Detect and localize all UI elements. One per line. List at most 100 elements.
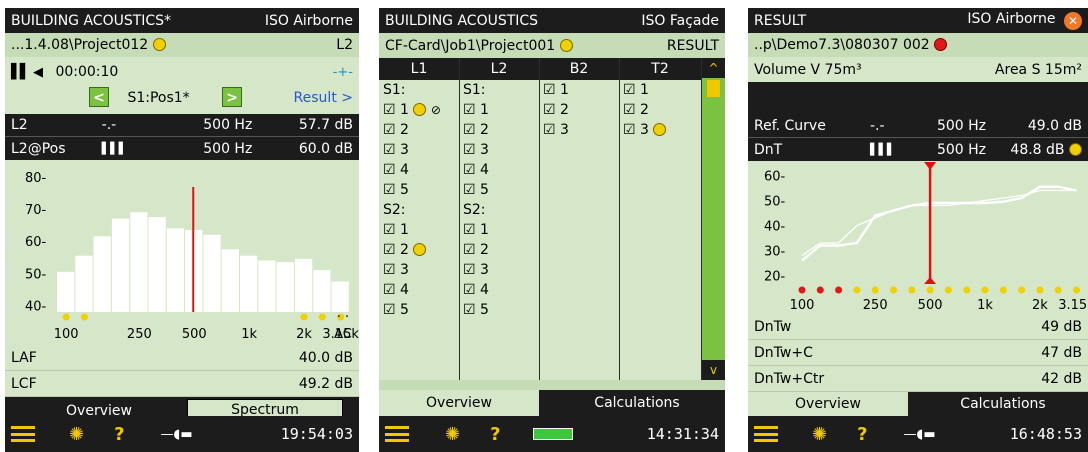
column-l1[interactable]: L1	[379, 58, 459, 80]
param-name: LAF	[11, 349, 37, 366]
column-t2-list[interactable]: ☑ 1 ☑ 2 ☑ 3	[619, 80, 701, 356]
measurement-row-l2pos[interactable]: L2@Pos ▌▌▌ 500 Hz 60.0 dB	[5, 137, 359, 160]
status-dot	[999, 286, 1007, 294]
column-t2[interactable]: T2	[619, 58, 701, 80]
param-row-lcf[interactable]: LCF 49.2 dB	[5, 371, 359, 397]
list-item[interactable]: ☑ 3	[619, 120, 701, 140]
list-item[interactable]: ☑ 4	[379, 160, 459, 180]
list-item[interactable]: ☑ 5	[459, 180, 539, 200]
bars-icon: ▌▌▌	[870, 143, 896, 156]
title: BUILDING ACOUSTICS*	[11, 12, 172, 29]
x-tick-label: 2k	[296, 327, 312, 342]
list-item[interactable]: ☑ 1 ⊘	[379, 100, 459, 120]
bottom-bar: ✺ ? —◖▬ 19:54:03	[5, 416, 359, 452]
tab-calculations[interactable]: Calculations	[918, 392, 1088, 416]
list-item[interactable]: ☑ 4	[379, 280, 459, 300]
result-chart[interactable]: 60- 50- 40- 30- 20- 100 250 500 1k 2k 3.15k	[748, 161, 1088, 316]
backlight-icon[interactable]: ✺	[445, 424, 460, 445]
list-item[interactable]: ☑ 5	[379, 300, 459, 320]
help-icon[interactable]: ?	[114, 424, 124, 445]
column-b2[interactable]: B2	[539, 58, 619, 80]
template-name[interactable]: ISO Façade	[641, 13, 719, 29]
spectrum-bar	[111, 218, 130, 312]
scroll-up-button[interactable]: ^	[702, 58, 725, 78]
template-name[interactable]: ISO Airborne	[265, 13, 353, 29]
scroll-thumb[interactable]	[707, 80, 720, 97]
column-l1-list[interactable]: S1: ☑ 1 ⊘ ☑ 2 ☑ 3 ☑ 4 ☑ 5 S2: ☑ 1 ☑ 2 ☑ …	[379, 80, 459, 356]
path-bar[interactable]: ..p\Demo7.3\080307 002	[748, 33, 1088, 57]
list-item[interactable]: ☑ 2	[539, 100, 619, 120]
result-link[interactable]: Result >	[294, 90, 353, 106]
list-item[interactable]: ☑ 1	[379, 220, 459, 240]
spectrum-bar	[276, 262, 294, 312]
help-icon[interactable]: ?	[490, 424, 500, 445]
backlight-icon[interactable]: ✺	[69, 424, 84, 445]
status-dot	[944, 286, 952, 294]
ref-curve-row[interactable]: Ref. Curve -.- 500 Hz 49.0 dB	[748, 115, 1088, 138]
status-dot	[890, 286, 897, 294]
param-row-dntw[interactable]: DnTw 49 dB	[748, 314, 1088, 340]
menu-icon[interactable]	[385, 426, 409, 442]
list-item[interactable]: ☑ 2	[379, 240, 459, 260]
param-value: 49 dB	[1041, 318, 1082, 335]
list-item[interactable]: ☑ 1	[619, 80, 701, 100]
param-row-laf[interactable]: LAF 40.0 dB	[5, 345, 359, 371]
smiley-icon	[413, 243, 427, 256]
list-item[interactable]: ☑ 1	[459, 100, 539, 120]
prev-position-button[interactable]: <	[89, 87, 109, 107]
list-item[interactable]: ☑ 3	[379, 260, 459, 280]
param-name: DnTw+Ctr	[754, 370, 825, 387]
speaker-icon: ◀	[33, 65, 43, 80]
spectrum-chart[interactable]: 80-70-60-50-40-100 250 500 1k 2k 3.15kAC. .	[5, 160, 359, 344]
list-item[interactable]: ☑ 5	[459, 300, 539, 320]
row-name: DnT	[754, 141, 783, 158]
list-item[interactable]: ☑ 3	[459, 260, 539, 280]
next-position-button[interactable]: >	[222, 87, 243, 107]
column-l2-list[interactable]: S1: ☑ 1 ☑ 2 ☑ 3 ☑ 4 ☑ 5 S2: ☑ 1 ☑ 2 ☑ 3 …	[459, 80, 539, 356]
scrollbar[interactable]: ^ v	[702, 58, 725, 380]
column-b2-list[interactable]: ☑ 1 ☑ 2 ☑ 3	[539, 80, 619, 356]
status-dot	[1018, 286, 1026, 294]
param-value: 40.0 dB	[298, 349, 353, 366]
list-item[interactable]: ☑ 5	[379, 180, 459, 200]
list-item[interactable]: ☑ 2	[619, 100, 701, 120]
scroll-down-button[interactable]: v	[702, 360, 725, 380]
tab-overview[interactable]: Overview	[748, 392, 908, 416]
spectrum-bar	[240, 255, 258, 312]
row-value: 48.8 dB	[1010, 141, 1065, 158]
menu-icon[interactable]	[754, 426, 778, 442]
template-name[interactable]: ISO Airborne	[967, 11, 1055, 27]
clock: 14:31:34	[646, 425, 719, 443]
param-row-dntw-ctr[interactable]: DnTw+Ctr 42 dB	[748, 366, 1088, 392]
spectrum-screen: BUILDING ACOUSTICS* ISO Airborne ...1.4.…	[5, 8, 359, 452]
list-item[interactable]: ☑ 4	[459, 160, 539, 180]
list-item[interactable]: ☑ 3	[459, 140, 539, 160]
param-value: 47 dB	[1041, 344, 1082, 361]
paperclip-icon: ⊘	[430, 103, 441, 117]
path-bar[interactable]: CF-Card\Job1\Project001 RESULT	[379, 33, 725, 58]
pause-icon[interactable]: ▌▌	[11, 64, 30, 80]
list-item[interactable]: ☑ 2	[459, 240, 539, 260]
backlight-icon[interactable]: ✺	[812, 424, 827, 445]
list-item[interactable]: ☑ 1	[539, 80, 619, 100]
list-item[interactable]: ☑ 1	[459, 220, 539, 240]
measurement-row-l2[interactable]: L2 -.- 500 Hz 57.7 dB	[5, 114, 359, 137]
column-l2[interactable]: L2	[459, 58, 539, 80]
param-row-dntw-c[interactable]: DnTw+C 47 dB	[748, 340, 1088, 366]
list-item[interactable]: ☑ 4	[459, 280, 539, 300]
row-mode: -.-	[870, 118, 885, 134]
path-bar[interactable]: ...1.4.08\Project012 L2	[5, 33, 359, 57]
menu-icon[interactable]	[11, 426, 35, 442]
list-item[interactable]: ☑ 3	[539, 120, 619, 140]
status-dot	[816, 286, 824, 294]
param-name: DnTw	[754, 318, 792, 335]
list-item[interactable]: ☑ 2	[459, 120, 539, 140]
x-tick-label: 1k	[977, 298, 993, 313]
tab-overview[interactable]: Overview	[379, 389, 539, 416]
dnt-row[interactable]: DnT ▌▌▌ 500 Hz 48.8 dB	[748, 138, 1088, 161]
tab-calculations[interactable]: Calculations	[549, 389, 725, 416]
close-icon[interactable]: ✕	[1064, 12, 1082, 30]
list-item[interactable]: ☑ 2	[379, 120, 459, 140]
help-icon[interactable]: ?	[857, 424, 867, 445]
list-item[interactable]: ☑ 3	[379, 140, 459, 160]
